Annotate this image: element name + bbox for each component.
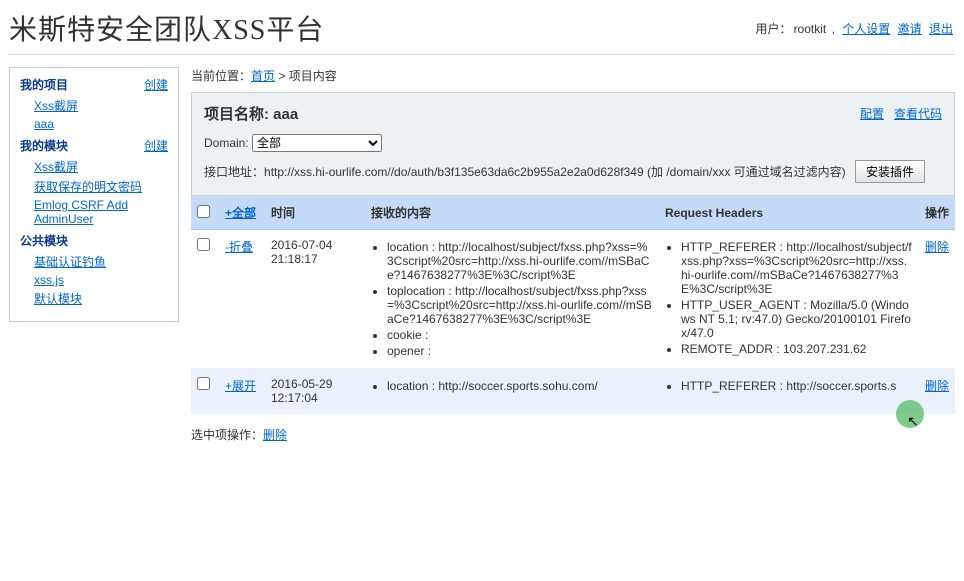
- sidebar-group-title: 公共模块: [20, 232, 68, 249]
- col-headers: Request Headers: [659, 196, 919, 230]
- install-plugin-button[interactable]: 安装插件: [855, 160, 925, 183]
- list-item: opener :: [387, 344, 653, 358]
- sidebar-item[interactable]: aaa: [34, 117, 54, 131]
- list-item: HTTP_REFERER : http://localhost/subject/…: [681, 240, 913, 296]
- row-headers-list: HTTP_REFERER : http://soccer.sports.s: [681, 379, 913, 393]
- table-row: -折叠 2016-07-04 21:18:17 location : http:…: [191, 230, 955, 369]
- list-item: toplocation : http://localhost/subject/f…: [387, 284, 653, 326]
- col-content: 接收的内容: [365, 196, 659, 230]
- link-settings[interactable]: 个人设置: [842, 22, 890, 36]
- link-config[interactable]: 配置: [860, 107, 884, 121]
- link-invite[interactable]: 邀请: [898, 22, 922, 36]
- sidebar-item[interactable]: 默认模块: [34, 292, 82, 306]
- domain-label: Domain:: [204, 136, 252, 150]
- toggle-row-link[interactable]: -折叠: [225, 240, 253, 254]
- crumb-current: 项目内容: [289, 69, 337, 83]
- sidebar-item[interactable]: 基础认证钓鱼: [34, 255, 106, 269]
- list-item: cookie :: [387, 328, 653, 342]
- list-item: HTTP_USER_AGENT : Mozilla/5.0 (Windows N…: [681, 298, 913, 340]
- domain-select[interactable]: 全部: [252, 134, 382, 152]
- create-project-link[interactable]: 创建: [144, 76, 168, 93]
- project-title: 项目名称: aaa: [204, 103, 298, 124]
- link-logout[interactable]: 退出: [929, 22, 953, 36]
- col-time: 时间: [265, 196, 365, 230]
- row-checkbox[interactable]: [197, 377, 210, 390]
- sidebar-item[interactable]: Xss截屏: [34, 160, 78, 174]
- user-sep: ,: [828, 22, 838, 36]
- api-prefix: 接口地址：: [204, 165, 264, 179]
- user-bar: 用户：rootkit , 个人设置 邀请 退出: [756, 20, 955, 37]
- row-headers-list: HTTP_REFERER : http://localhost/subject/…: [681, 240, 913, 356]
- row-content-list: location : http://localhost/subject/fxss…: [387, 240, 653, 358]
- list-item: location : http://soccer.sports.sohu.com…: [387, 379, 653, 393]
- sidebar-group-title: 我的模块: [20, 137, 68, 154]
- breadcrumb: 当前位置：首页 > 项目内容: [191, 67, 955, 84]
- create-module-link[interactable]: 创建: [144, 137, 168, 154]
- delete-row-link[interactable]: 删除: [925, 379, 949, 393]
- delete-row-link[interactable]: 删除: [925, 240, 949, 254]
- api-url: http://xss.hi-ourlife.com//do/auth/b3f13…: [264, 165, 644, 179]
- project-box: 项目名称: aaa 配置查看代码 Domain: 全部 接口地址：http://…: [191, 92, 955, 196]
- link-viewcode[interactable]: 查看代码: [894, 107, 942, 121]
- sidebar-item[interactable]: xss.js: [34, 273, 64, 287]
- col-op: 操作: [919, 196, 955, 230]
- select-all-checkbox[interactable]: [197, 205, 210, 218]
- crumb-home[interactable]: 首页: [251, 69, 275, 83]
- sidebar: 我的项目创建 Xss截屏 aaa 我的模块创建 Xss截屏 获取保存的明文密码 …: [9, 67, 179, 322]
- row-time: 2016-07-04 21:18:17: [265, 230, 365, 369]
- crumb-sep: >: [275, 69, 289, 83]
- user-name: rootkit: [794, 22, 827, 36]
- sidebar-item[interactable]: Emlog CSRF Add AdminUser: [34, 198, 128, 226]
- toggle-row-link[interactable]: +展开: [225, 379, 256, 393]
- crumb-prefix: 当前位置：: [191, 69, 251, 83]
- selection-ops: 选中项操作：删除: [191, 426, 955, 443]
- toggle-all-link[interactable]: +全部: [225, 206, 256, 220]
- sidebar-group-title: 我的项目: [20, 76, 68, 93]
- table-row: +展开 2016-05-29 12:17:04 location : http:…: [191, 369, 955, 414]
- data-table: +全部 时间 接收的内容 Request Headers 操作 -折叠 2016…: [191, 196, 955, 414]
- delete-selected-link[interactable]: 删除: [263, 428, 287, 442]
- list-item: REMOTE_ADDR : 103.207.231.62: [681, 342, 913, 356]
- header: 米斯特安全团队XSS平台 用户：rootkit , 个人设置 邀请 退出: [9, 0, 955, 55]
- row-checkbox[interactable]: [197, 238, 210, 251]
- row-content-list: location : http://soccer.sports.sohu.com…: [387, 379, 653, 393]
- user-label: 用户：: [756, 22, 792, 36]
- selop-label: 选中项操作：: [191, 428, 263, 442]
- sidebar-item[interactable]: Xss截屏: [34, 99, 78, 113]
- list-item: location : http://localhost/subject/fxss…: [387, 240, 653, 282]
- row-time: 2016-05-29 12:17:04: [265, 369, 365, 414]
- sidebar-item[interactable]: 获取保存的明文密码: [34, 180, 142, 194]
- list-item: HTTP_REFERER : http://soccer.sports.s: [681, 379, 913, 393]
- api-note: (加 /domain/xxx 可通过域名过滤内容): [644, 165, 849, 179]
